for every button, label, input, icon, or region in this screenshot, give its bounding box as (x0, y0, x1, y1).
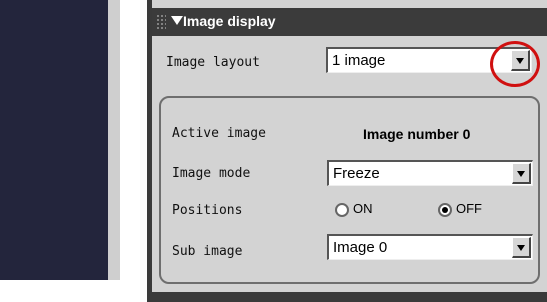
radio-dot-icon (442, 207, 448, 213)
active-image-value: Image number 0 (363, 126, 471, 142)
image-mode-label: Image mode (172, 166, 251, 181)
positions-off-radio[interactable] (438, 203, 452, 217)
panel-header[interactable]: Image display (152, 8, 547, 36)
image-layout-label: Image layout (166, 55, 260, 70)
image-layout-value: 1 image (332, 52, 386, 69)
sub-image-dropdown-button[interactable] (512, 237, 531, 258)
left-dark-panel (0, 0, 108, 280)
highlight-circle (490, 41, 540, 87)
image-display-panel: Image display Image layout 1 image Activ… (152, 0, 547, 292)
sub-image-label: Sub image (172, 244, 243, 259)
chevron-down-icon (517, 245, 525, 251)
image-mode-dropdown-button[interactable] (512, 163, 531, 184)
active-image-label: Active image (172, 126, 266, 141)
panel-title: Image display (183, 13, 276, 29)
sub-image-value: Image 0 (333, 239, 388, 256)
positions-label: Positions (172, 203, 243, 218)
drag-grip-icon[interactable] (156, 14, 166, 30)
positions-off-label[interactable]: OFF (456, 201, 482, 216)
positions-on-radio[interactable] (335, 203, 349, 217)
image-mode-value: Freeze (333, 165, 380, 182)
image-mode-select[interactable]: Freeze (327, 160, 533, 186)
chevron-down-icon (517, 171, 525, 177)
positions-on-label[interactable]: ON (353, 201, 373, 216)
radio-empty-icon (335, 203, 349, 217)
left-panel-edge (108, 0, 120, 280)
collapse-arrow-icon[interactable] (171, 16, 183, 25)
panel-gap (120, 0, 147, 302)
sub-image-select[interactable]: Image 0 (327, 234, 533, 260)
